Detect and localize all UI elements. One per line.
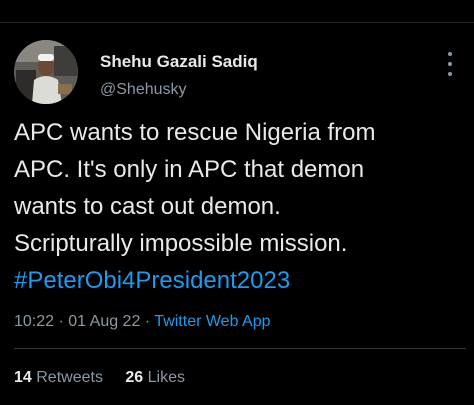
more-vertical-icon[interactable]	[440, 52, 460, 76]
hashtag-link[interactable]: #PeterObi4President2023	[14, 262, 466, 299]
tweet-line: APC. It's only in APC that demon	[14, 156, 365, 183]
tweet-text: APC wants to rescue Nigeria from APC. It…	[14, 114, 466, 299]
retweets-count: 14	[14, 369, 32, 386]
tweet-meta: 10:22 · 01 Aug 22 · Twitter Web App	[14, 312, 271, 332]
stats-divider	[14, 348, 466, 349]
likes-count: 26	[125, 369, 144, 386]
meta-separator: ·	[58, 313, 64, 330]
tweet-date[interactable]: 01 Aug 22	[68, 313, 140, 330]
tweet-time[interactable]: 10:22	[14, 313, 54, 330]
likes-stat[interactable]: 26 Likes	[125, 368, 185, 388]
tweet-stats: 14 Retweets 26 Likes	[14, 368, 203, 388]
more-dot	[448, 52, 452, 56]
avatar-photo-icon	[14, 40, 78, 104]
author-handle[interactable]: @Shehusky	[100, 80, 258, 100]
more-dot	[448, 72, 452, 76]
tweet-card: Shehu Gazali Sadiq @Shehusky APC wants t…	[0, 0, 474, 405]
tweet-line: wants to cast out demon.	[14, 193, 281, 220]
retweets-label: Retweets	[36, 369, 103, 386]
more-dot	[448, 62, 452, 66]
avatar[interactable]	[14, 40, 78, 104]
likes-label: Likes	[147, 369, 186, 386]
author-display-name[interactable]: Shehu Gazali Sadiq	[100, 52, 258, 72]
author-block: Shehu Gazali Sadiq @Shehusky	[100, 52, 258, 100]
retweets-stat[interactable]: 14 Retweets	[14, 368, 103, 388]
tweet-line: APC wants to rescue Nigeria from	[14, 119, 376, 146]
meta-separator: ·	[144, 313, 151, 330]
tweet-source-link[interactable]: Twitter Web App	[154, 313, 270, 330]
top-divider	[0, 22, 474, 23]
tweet-line: Scripturally impossible mission.	[14, 230, 348, 257]
